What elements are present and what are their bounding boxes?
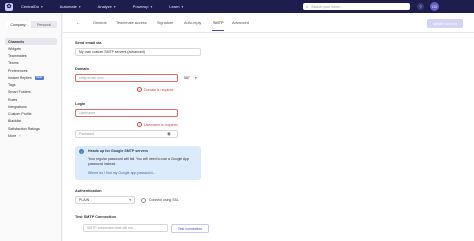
settings-tabs: ← General Teammate access Signature Auto… <box>63 13 474 33</box>
domain-placeholder: smtp.email.com <box>79 76 104 80</box>
global-search-input[interactable]: ⌕ Search your inbox... <box>303 3 410 10</box>
chevron-down-icon: ▾ <box>129 198 131 202</box>
test-connection-button[interactable]: Test connection <box>171 224 209 233</box>
username-input[interactable]: Username <box>75 109 178 117</box>
chevron-down-icon: ▾ <box>78 4 81 9</box>
password-placeholder: Password <box>79 132 95 136</box>
test-connection-label: Test SMTP Connection <box>75 215 116 219</box>
sidebar-item-widgets[interactable]: Widgets <box>5 45 57 52</box>
chevron-down-icon: ▾ <box>41 4 43 9</box>
chevron-right-icon: › <box>19 133 21 138</box>
sidebar-item-blacklist[interactable]: Blacklist <box>5 118 57 125</box>
nav-learn[interactable]: Learn ▾ <box>169 4 183 9</box>
google-app-password-link[interactable]: Where do I find my Google app password..… <box>88 171 155 175</box>
sidebar-item-label: Instant Replies <box>8 75 32 80</box>
send-via-label: Send email via <box>75 41 102 45</box>
login-label: Login <box>75 102 86 106</box>
send-via-value: My own custom SMTP servers (advanced) <box>79 50 145 54</box>
eye-icon[interactable]: ◉ <box>167 131 171 137</box>
tab-advanced[interactable]: Advanced <box>232 21 249 25</box>
active-tab-indicator <box>212 30 224 31</box>
ssl-label: Connect using SSL <box>149 198 179 202</box>
send-via-select[interactable]: My own custom SMTP servers (advanced) <box>75 48 201 56</box>
back-arrow-icon[interactable]: ← <box>76 20 81 26</box>
sidebar-item-instant-replies[interactable]: Instant Replies NEW <box>5 74 57 81</box>
tab-auto-reply[interactable]: Auto-reply <box>184 21 201 25</box>
domain-label: Domain <box>75 67 89 71</box>
sidebar-item-rules[interactable]: Rules <box>5 96 57 103</box>
sidebar-item-custom-profile[interactable]: Custom Profile <box>5 111 57 118</box>
sidebar-item-preferences[interactable]: Preferences <box>5 67 57 74</box>
sidebar-item-smart-folders[interactable]: Smart Folders <box>5 89 57 96</box>
test-placeholder: SMTP connection test will run... <box>87 226 136 230</box>
sidebar-item-label: More <box>8 133 17 138</box>
nav-label: CentralDo <box>21 4 40 9</box>
nav-label: Analyze <box>97 4 112 9</box>
domain-error: ! Domain is required <box>137 87 173 92</box>
sidebar-item-tags[interactable]: Tags <box>5 82 57 89</box>
sidebar-item-teammates[interactable]: Teammates <box>5 53 57 60</box>
nav-label: Automate <box>59 4 77 9</box>
search-placeholder: Search your inbox... <box>311 4 343 9</box>
test-result-field: SMTP connection test will run... <box>83 224 168 232</box>
error-icon: ! <box>137 122 142 127</box>
notice-title: Heads up for Google SMTP servers <box>88 149 149 153</box>
main-nav: CentralDo ▾ Automate ▾ Analyze ▾ Powerup ▾ L… <box>21 4 200 9</box>
help-icon[interactable]: ? <box>417 3 424 10</box>
top-navigation-bar: ✿ CentralDo ▾ Automate ▾ Analyze ▾ Powerup ▾… <box>0 0 474 13</box>
tab-teammate-access[interactable]: Teammate access <box>116 21 147 25</box>
segment-company[interactable]: Company <box>5 21 31 28</box>
nav-centraldo[interactable]: CentralDo ▾ <box>21 4 43 9</box>
nav-analyze[interactable]: Analyze ▾ <box>98 4 116 9</box>
password-input[interactable]: Password <box>75 130 178 138</box>
sidebar-item-integrations[interactable]: Integrations <box>5 103 57 110</box>
scope-switch: Company Personal <box>5 21 57 28</box>
tab-smtp[interactable]: SMTP <box>213 21 224 25</box>
new-badge: NEW <box>34 76 44 80</box>
tab-general[interactable]: General <box>93 21 107 25</box>
nav-label: Learn <box>169 4 180 9</box>
domain-input[interactable]: smtp.email.com <box>75 74 178 82</box>
update-account-button[interactable]: Update account <box>427 19 463 28</box>
avatar[interactable]: CD <box>430 2 439 11</box>
nav-powerup[interactable]: Powerup ▾ <box>133 4 153 9</box>
domain-error-text: Domain is required <box>144 87 174 92</box>
sidebar-list: Channels Widgets Teammates Teams Prefere… <box>5 38 57 140</box>
sidebar-item-channels[interactable]: Channels <box>5 38 57 46</box>
nav-label: Powerup <box>132 4 149 9</box>
username-placeholder: Username <box>79 111 96 115</box>
segment-personal[interactable]: Personal <box>31 21 57 28</box>
nav-automate[interactable]: Automate ▾ <box>60 4 81 9</box>
google-smtp-notice: i Heads up for Google SMTP servers Your … <box>75 146 201 180</box>
authentication-select[interactable]: PLAIN ▾ <box>75 196 135 204</box>
username-error-text: Username is required <box>144 122 178 127</box>
sidebar-item-satisfaction-ratings[interactable]: Satisfaction Ratings <box>5 125 57 132</box>
channel-settings-panel: ← General Teammate access Signature Auto… <box>63 13 474 241</box>
notice-body: Your regular password will fail. You wil… <box>88 157 190 166</box>
chevron-down-icon: ▾ <box>181 4 184 9</box>
error-icon: ! <box>137 87 142 92</box>
sidebar-item-more[interactable]: More › <box>5 132 57 139</box>
username-error: ! Username is required <box>137 122 177 127</box>
info-icon: i <box>79 149 84 154</box>
tab-signature[interactable]: Signature <box>157 21 173 25</box>
chevron-down-icon: ▾ <box>113 4 116 9</box>
authentication-value: PLAIN <box>79 198 90 202</box>
authentication-label: Authentication <box>75 189 102 193</box>
port-select[interactable]: 587 <box>184 76 190 80</box>
chevron-down-icon: ▾ <box>195 76 197 80</box>
app-logo-icon[interactable]: ✿ <box>5 2 13 11</box>
chevron-down-icon: ▾ <box>150 4 153 9</box>
ssl-checkbox[interactable] <box>141 197 146 203</box>
sidebar-item-teams[interactable]: Teams <box>5 60 57 67</box>
settings-sidebar: Company Personal Channels Widgets Teamma… <box>0 13 62 241</box>
search-icon: ⌕ <box>306 4 309 9</box>
